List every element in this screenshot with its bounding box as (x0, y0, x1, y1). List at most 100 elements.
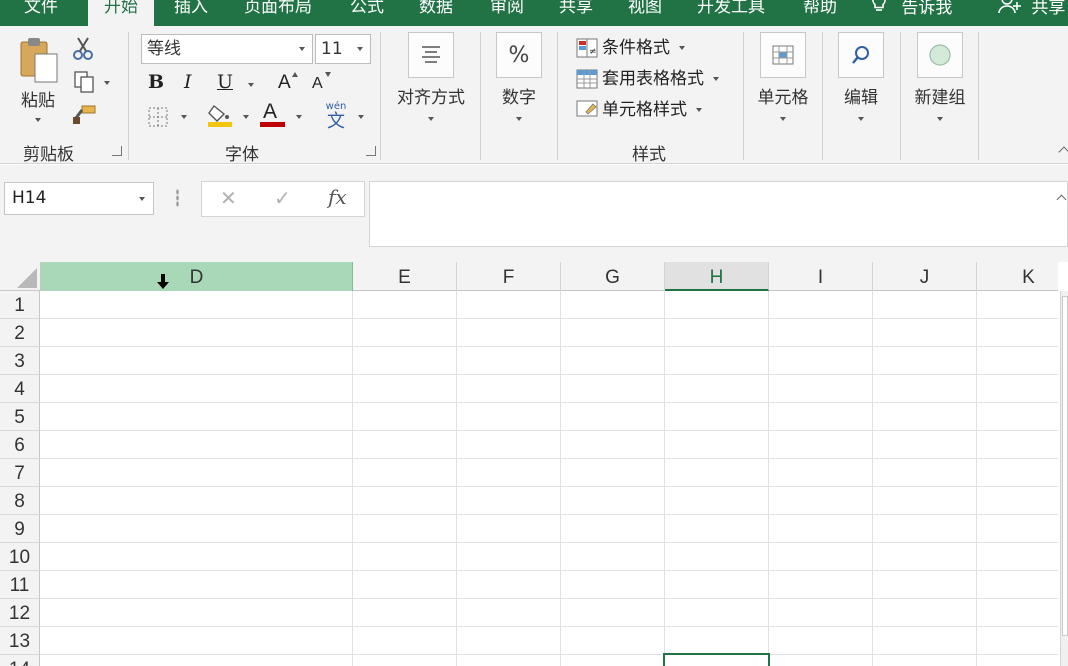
cells-button[interactable]: 单元格 (754, 32, 812, 121)
formula-bar-grip-icon[interactable] (176, 189, 179, 207)
cell-styles-button[interactable]: 单元格样式 (576, 97, 703, 123)
worksheet-grid[interactable]: D E F G H I J K 1 2 3 4 5 6 7 8 9 10 11 … (0, 262, 1068, 666)
shrink-font-button[interactable]: A (312, 75, 323, 93)
name-box-value: H14 (12, 188, 47, 208)
row-header[interactable]: 12 (0, 599, 40, 627)
format-painter-icon[interactable] (72, 104, 98, 130)
select-all-triangle-icon (17, 268, 37, 288)
row-header[interactable]: 3 (0, 347, 40, 375)
new-group-button[interactable]: 新建组 (910, 32, 970, 121)
chevron-down-icon[interactable] (243, 115, 249, 119)
format-as-table-label: 套用表格格式 (602, 69, 704, 89)
svg-text:≠: ≠ (589, 47, 597, 57)
tab-view[interactable]: 视图 (628, 0, 662, 26)
font-size-dropdown[interactable]: 11 (315, 34, 371, 64)
row-header[interactable]: 1 (0, 291, 40, 319)
gridline (40, 542, 1058, 543)
tab-help[interactable]: 帮助 (803, 0, 837, 26)
grow-font-button[interactable]: A (278, 72, 291, 94)
column-header-e[interactable]: E (353, 262, 457, 291)
group-separator (128, 32, 129, 160)
active-cell-h14[interactable] (663, 653, 770, 666)
column-header-d[interactable]: D (41, 262, 353, 291)
align-icon (408, 32, 454, 78)
chevron-down-icon[interactable] (358, 115, 364, 119)
column-header-j[interactable]: J (873, 262, 977, 291)
column-label: G (605, 267, 620, 288)
conditional-formatting-button[interactable]: ≠ 条件格式 (576, 35, 686, 61)
row-header[interactable]: 6 (0, 431, 40, 459)
tab-home[interactable]: 开始 (88, 0, 154, 26)
number-button[interactable]: % 数字 (494, 32, 544, 121)
row-header[interactable]: 8 (0, 487, 40, 515)
column-header-i[interactable]: I (769, 262, 873, 291)
name-box[interactable]: H14 (4, 182, 154, 215)
expand-formula-bar-icon[interactable] (1056, 194, 1067, 205)
column-label: J (919, 267, 930, 288)
borders-icon[interactable] (147, 106, 169, 132)
cut-icon[interactable] (72, 36, 94, 64)
chevron-down-icon[interactable] (248, 83, 254, 87)
tab-page-layout[interactable]: 页面布局 (244, 0, 312, 26)
row-header[interactable]: 5 (0, 403, 40, 431)
cancel-button[interactable]: ✕ (220, 186, 237, 210)
chevron-down-icon (428, 117, 434, 121)
gridline (40, 626, 1058, 627)
italic-button[interactable]: I (184, 71, 192, 93)
cell-styles-label: 单元格样式 (602, 100, 687, 120)
fill-color-icon[interactable] (206, 102, 234, 132)
tab-insert[interactable]: 插入 (174, 0, 208, 26)
group-separator (557, 32, 558, 160)
format-as-table-button[interactable]: 套用表格格式 (576, 66, 720, 92)
conditional-formatting-icon: ≠ (576, 38, 598, 58)
column-header-k[interactable]: K (977, 262, 1068, 291)
formula-input[interactable] (369, 181, 1068, 247)
insert-function-button[interactable]: fx (328, 185, 347, 209)
font-launcher-icon[interactable] (366, 146, 376, 156)
paste-button[interactable]: 粘贴 (14, 36, 62, 122)
vertical-scrollbar[interactable] (1060, 291, 1068, 666)
chevron-down-icon[interactable] (296, 115, 302, 119)
tab-formulas[interactable]: 公式 (350, 0, 384, 26)
row-header[interactable]: 10 (0, 543, 40, 571)
column-header-g[interactable]: G (561, 262, 665, 291)
chevron-down-icon[interactable] (181, 115, 187, 119)
editing-button[interactable]: 编辑 (836, 32, 886, 121)
bold-button[interactable]: B (148, 71, 164, 93)
chevron-down-icon (937, 117, 943, 121)
clipboard-launcher-icon[interactable] (112, 146, 122, 156)
row-header[interactable]: 9 (0, 515, 40, 543)
column-label: E (398, 267, 411, 288)
tab-review[interactable]: 审阅 (490, 0, 524, 26)
column-header-f[interactable]: F (457, 262, 561, 291)
tab-tell-me[interactable]: 告诉我 (870, 0, 952, 26)
row-header[interactable]: 13 (0, 627, 40, 655)
scrollbar-thumb[interactable] (1062, 296, 1068, 636)
row-header[interactable]: 14 (0, 655, 40, 666)
gridline (352, 291, 353, 666)
row-header[interactable]: 11 (0, 571, 40, 599)
copy-button[interactable] (72, 70, 114, 94)
chevron-down-icon (516, 117, 522, 121)
tab-file[interactable]: 文件 (24, 0, 58, 26)
enter-button[interactable]: ✓ (274, 186, 291, 210)
tab-share[interactable]: 共享 (559, 0, 593, 26)
group-separator (978, 32, 979, 160)
group-separator (822, 32, 823, 160)
font-color-button[interactable]: A (260, 100, 286, 128)
column-header-h[interactable]: H (665, 262, 769, 291)
conditional-formatting-label: 条件格式 (602, 38, 670, 58)
alignment-button[interactable]: 对齐方式 (392, 32, 470, 121)
row-header[interactable]: 4 (0, 375, 40, 403)
underline-button[interactable]: U (217, 71, 233, 93)
row-header[interactable]: 7 (0, 459, 40, 487)
font-name-dropdown[interactable]: 等线 (141, 34, 313, 64)
row-header[interactable]: 2 (0, 319, 40, 347)
select-all-corner[interactable] (0, 262, 41, 291)
tab-data[interactable]: 数据 (419, 0, 453, 26)
phonetic-guide-button[interactable]: wén 文 (322, 102, 350, 132)
tab-developer[interactable]: 开发工具 (697, 0, 765, 26)
share-button[interactable]: 共享 (998, 0, 1065, 26)
collapse-ribbon-icon[interactable] (1058, 146, 1068, 158)
number-label: 数字 (502, 88, 536, 108)
